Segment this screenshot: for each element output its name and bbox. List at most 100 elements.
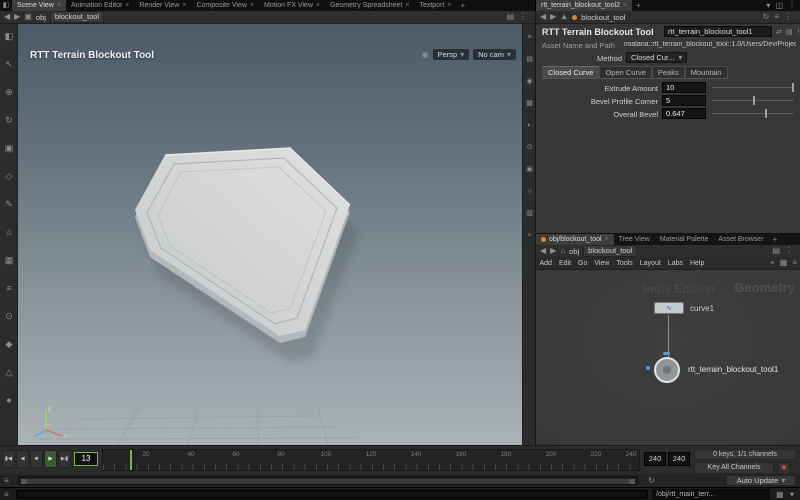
pane-maximize-icon[interactable]: ◫ bbox=[775, 1, 783, 10]
tab-mountain[interactable]: Mountain bbox=[684, 66, 728, 79]
current-frame-field[interactable]: 13 bbox=[74, 452, 98, 466]
range-bar[interactable] bbox=[21, 479, 635, 484]
compare-icon[interactable]: ⇄ bbox=[776, 28, 782, 36]
tab-closed-curve[interactable]: Closed Curve bbox=[542, 66, 600, 79]
stop-button[interactable]: ■ bbox=[30, 450, 43, 468]
current-network-path[interactable]: /obj/rtt_main_terr... bbox=[652, 489, 770, 500]
primitive-tool-icon[interactable]: ◆ bbox=[0, 340, 18, 349]
menu-add[interactable]: Add bbox=[536, 260, 555, 267]
list-icon[interactable]: ≡ bbox=[792, 259, 797, 267]
translate-tool-icon[interactable]: ⊕ bbox=[0, 88, 18, 97]
forward-icon[interactable]: ▶ bbox=[550, 13, 556, 21]
tab-composite-view[interactable]: Composite View × bbox=[191, 0, 259, 11]
close-icon[interactable]: × bbox=[250, 2, 254, 9]
play-reverse-button[interactable]: ◀ bbox=[16, 450, 29, 468]
global-range-slider[interactable] bbox=[18, 476, 638, 485]
node-input-connector[interactable] bbox=[663, 352, 670, 355]
menu-help[interactable]: Help bbox=[686, 260, 707, 267]
normal-tool-icon[interactable]: △ bbox=[0, 368, 18, 377]
sub-range-field[interactable]: 240 bbox=[668, 452, 690, 466]
param-slider-extrude-amount[interactable] bbox=[712, 82, 794, 93]
back-icon[interactable]: ◀ bbox=[4, 13, 10, 21]
terrain-blockout-mesh[interactable] bbox=[135, 147, 359, 362]
range-start-handle[interactable] bbox=[21, 479, 27, 484]
param-slider-bevel-profile-corner[interactable] bbox=[712, 95, 794, 106]
close-icon[interactable]: × bbox=[125, 2, 129, 9]
kebab-menu-icon[interactable]: ⋮ bbox=[795, 28, 800, 36]
pane-options-icon[interactable]: ▤ bbox=[506, 13, 514, 21]
forward-icon[interactable]: ▶ bbox=[14, 13, 20, 21]
tab-render-view[interactable]: Render View × bbox=[134, 0, 191, 11]
playhead[interactable] bbox=[130, 450, 132, 470]
viewport-canvas[interactable]: y x bbox=[18, 24, 522, 445]
close-icon[interactable]: × bbox=[447, 2, 451, 9]
gallery-icon[interactable]: ▤ bbox=[772, 247, 780, 255]
close-icon[interactable]: × bbox=[182, 2, 186, 9]
update-mode-dropdown[interactable]: Auto Update ▾ bbox=[726, 475, 796, 486]
handles-tool-icon[interactable]: ◇ bbox=[0, 172, 18, 181]
draw-tool-icon[interactable]: ✎ bbox=[0, 200, 18, 209]
no-cam-button[interactable]: No cam ▾ bbox=[473, 49, 516, 60]
layout-tool-icon[interactable]: ◧ bbox=[0, 32, 18, 41]
tab-param-pane[interactable]: rtt_terrain_blockout_tool2 × bbox=[536, 0, 633, 11]
menu-tools[interactable]: Tools bbox=[613, 260, 636, 267]
param-slider-overall-bevel[interactable] bbox=[712, 108, 794, 119]
tab-peaks[interactable]: Peaks bbox=[651, 66, 685, 79]
rotate-tool-icon[interactable]: ↻ bbox=[0, 116, 18, 125]
slider-handle[interactable] bbox=[765, 109, 768, 118]
display-tool-icon[interactable]: ● bbox=[0, 396, 18, 405]
point-snap-icon[interactable]: ⊙ bbox=[0, 312, 18, 321]
gallery-icon[interactable]: ▤ bbox=[786, 28, 793, 36]
chevron-down-icon[interactable]: ▾ bbox=[790, 491, 794, 499]
menu-edit[interactable]: Edit bbox=[555, 260, 574, 267]
range-end-handle[interactable] bbox=[629, 479, 635, 484]
slider-handle[interactable] bbox=[753, 96, 755, 105]
grid-icon[interactable]: ▦ bbox=[776, 491, 784, 499]
kebab-menu-icon[interactable]: ⋮ bbox=[784, 13, 792, 21]
param-field-extrude-amount[interactable]: 10 bbox=[662, 82, 706, 93]
kebab-menu-icon[interactable]: ⋮ bbox=[788, 1, 796, 10]
network-canvas[interactable]: Indie Edition Geometry ∿ curve1 rtt_terr… bbox=[536, 270, 800, 446]
add-tab-button[interactable]: + bbox=[456, 0, 469, 11]
node-name-field[interactable]: rtt_terrain_blockout_tool1 bbox=[664, 26, 772, 37]
tab-geometry-spreadsheet[interactable]: Geometry Spreadsheet × bbox=[325, 0, 414, 11]
node-display-flag[interactable] bbox=[646, 366, 650, 370]
key-all-channels-button[interactable]: Key All Channels bbox=[694, 462, 774, 474]
tab-material-palette[interactable]: Material Palette bbox=[655, 234, 714, 245]
breadcrumb-node[interactable]: blockout_tool bbox=[583, 245, 638, 257]
up-icon[interactable]: ▲ bbox=[560, 13, 568, 21]
tab-tree-view[interactable]: Tree View bbox=[614, 234, 655, 245]
status-menu-icon[interactable]: ≡ bbox=[4, 491, 9, 499]
close-icon[interactable]: × bbox=[57, 2, 61, 9]
persp-view-button[interactable]: Persp ▾ bbox=[432, 49, 470, 60]
tab-network-editor[interactable]: obj/blockout_tool × bbox=[536, 234, 614, 245]
tab-textport[interactable]: Textport × bbox=[414, 0, 456, 11]
menu-go[interactable]: Go bbox=[575, 260, 591, 267]
home-view-icon[interactable]: ⌂ bbox=[0, 228, 18, 237]
locate-icon[interactable]: ⌖ bbox=[770, 259, 775, 267]
kebab-menu-icon[interactable]: ⋮ bbox=[785, 247, 793, 255]
current-node-name[interactable]: blockout_tool bbox=[581, 13, 625, 22]
tab-animation-editor[interactable]: Animation Editor × bbox=[66, 0, 134, 11]
select-tool-icon[interactable]: ↖ bbox=[0, 60, 18, 69]
grid-icon[interactable]: ▦ bbox=[780, 259, 788, 267]
set-key-button[interactable]: ◆ bbox=[778, 462, 790, 474]
back-icon[interactable]: ◀ bbox=[540, 247, 546, 255]
menu-labs[interactable]: Labs bbox=[664, 260, 686, 267]
end-frame-field[interactable]: 240 bbox=[644, 452, 666, 466]
list-icon[interactable]: ≡ bbox=[774, 13, 779, 21]
close-icon[interactable]: × bbox=[405, 2, 409, 9]
tab-asset-browser[interactable]: Asset Browser bbox=[713, 234, 768, 245]
playbar-menu-icon[interactable]: ≡ bbox=[4, 477, 9, 485]
breadcrumb-context[interactable]: obj bbox=[36, 13, 46, 22]
close-icon[interactable]: × bbox=[623, 2, 627, 9]
add-tab-button[interactable]: + bbox=[769, 234, 782, 245]
refresh-icon[interactable]: ↻ bbox=[763, 13, 770, 21]
slider-handle[interactable] bbox=[791, 83, 794, 92]
go-to-start-button[interactable]: ▮◀ bbox=[2, 450, 15, 468]
scale-tool-icon[interactable]: ▣ bbox=[0, 144, 18, 153]
forward-icon[interactable]: ▶ bbox=[550, 247, 556, 255]
tab-scene-view[interactable]: Scene View × bbox=[12, 0, 66, 11]
back-icon[interactable]: ◀ bbox=[540, 13, 546, 21]
kebab-menu-icon[interactable]: ⋮ bbox=[519, 13, 527, 21]
